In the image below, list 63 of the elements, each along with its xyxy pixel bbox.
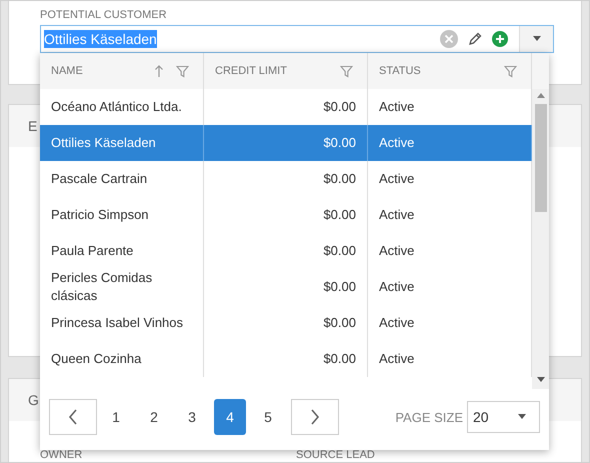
- page-size-value: 20: [473, 409, 489, 425]
- page-button[interactable]: 3: [176, 399, 208, 435]
- filter-icon[interactable]: [340, 64, 353, 78]
- cell-text: Ottilies Käseladen: [51, 134, 156, 152]
- scroll-up-icon[interactable]: [536, 93, 544, 98]
- scroll-down-icon[interactable]: [536, 377, 544, 382]
- customer-value: Ottilies Käseladen: [44, 30, 157, 48]
- column-title: STATUS: [379, 65, 421, 77]
- column-header[interactable]: CREDIT LIMIT: [204, 53, 368, 89]
- cell-text: Patricio Simpson: [51, 206, 149, 224]
- section-title: E: [28, 118, 38, 134]
- scrollbar[interactable]: [532, 89, 549, 389]
- cell-text: Active: [379, 170, 414, 188]
- cell-text: Paula Parente: [51, 242, 134, 260]
- page-button[interactable]: 4: [214, 399, 246, 435]
- field-label: SOURCE LEAD: [296, 449, 376, 461]
- next-page-button[interactable]: [291, 399, 339, 435]
- cell-text: $0.00: [323, 314, 356, 332]
- column-title: CREDIT LIMIT: [215, 65, 287, 77]
- page-button[interactable]: 2: [138, 399, 170, 435]
- column-header[interactable]: STATUS: [368, 53, 532, 89]
- column-title: NAME: [51, 65, 83, 77]
- dropdown-button[interactable]: [519, 26, 553, 52]
- cell-text: $0.00: [323, 170, 356, 188]
- column-header[interactable]: NAME: [40, 53, 204, 89]
- add-icon[interactable]: [492, 31, 508, 47]
- page-button[interactable]: 1: [100, 399, 132, 435]
- cell-text: Active: [379, 278, 414, 296]
- cell-text: Princesa Isabel Vinhos: [51, 314, 184, 332]
- clear-icon[interactable]: [440, 30, 458, 48]
- previous-page-button[interactable]: [49, 399, 97, 435]
- cell-text: Active: [379, 314, 414, 332]
- field-label: OWNER: [40, 449, 84, 461]
- chevron-right-icon: [310, 409, 320, 425]
- cell-text: $0.00: [323, 206, 356, 224]
- caret-icon: [517, 414, 527, 420]
- page-size-label: PAGE SIZE: [395, 410, 463, 424]
- caret-icon: [532, 36, 542, 42]
- cell-text: $0.00: [323, 98, 356, 116]
- chevron-left-icon: [68, 409, 78, 425]
- cell-text: $0.00: [323, 350, 356, 368]
- page-size-select[interactable]: 20: [467, 401, 540, 433]
- filter-icon[interactable]: [504, 64, 517, 78]
- table-row[interactable]: Ottilies Käseladen $0.00 Active: [40, 125, 532, 161]
- cell-text: Active: [379, 350, 414, 368]
- cell-text: Active: [379, 98, 414, 116]
- cell-text: $0.00: [323, 134, 356, 152]
- scroll-thumb[interactable]: [534, 104, 546, 212]
- section-title: G: [28, 392, 39, 408]
- cell-text: Océano Atlántico Ltda.: [51, 98, 182, 116]
- cell-text: Queen Cozinha: [51, 350, 142, 368]
- cell-text: $0.00: [323, 242, 356, 260]
- cell-text: Active: [379, 242, 414, 260]
- cell-text: Active: [379, 206, 414, 224]
- filter-icon[interactable]: [176, 64, 189, 78]
- sort-up-icon[interactable]: [154, 64, 164, 78]
- page-button[interactable]: 5: [252, 399, 284, 435]
- pencil-icon[interactable]: [467, 31, 483, 47]
- cell-text: Pericles Comidas clásicas: [51, 269, 154, 305]
- cell-text: Pascale Cartrain: [51, 170, 148, 188]
- cell-text: Active: [379, 134, 414, 152]
- field-label: POTENTIAL CUSTOMER: [40, 8, 168, 22]
- cell-text: $0.00: [323, 278, 356, 296]
